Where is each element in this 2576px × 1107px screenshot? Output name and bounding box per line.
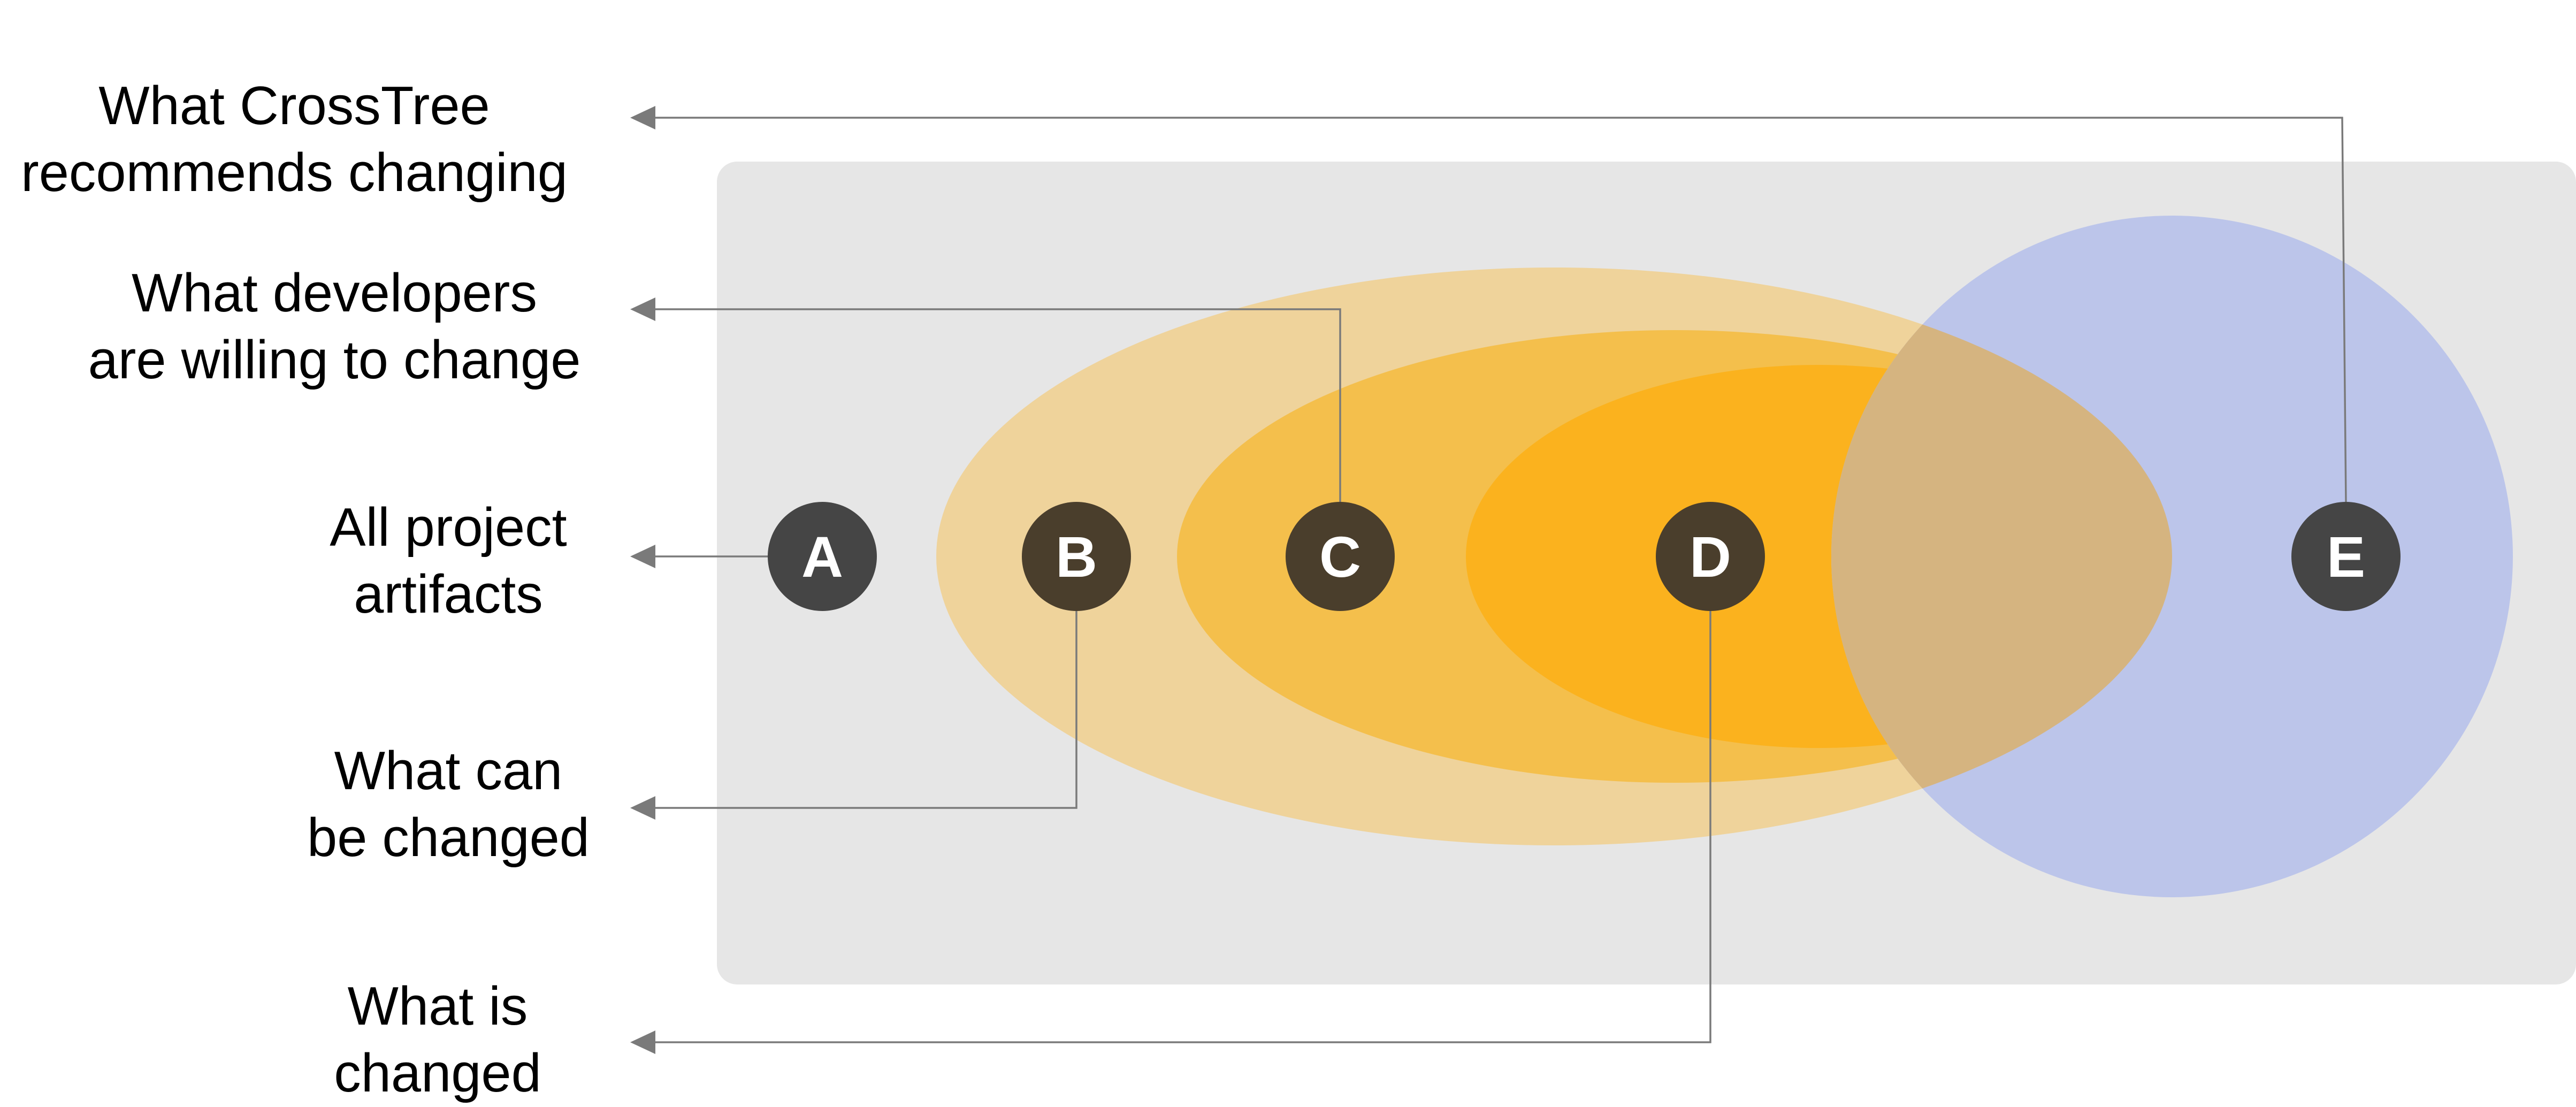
label-can-change-line-1: What can xyxy=(334,741,563,801)
marker-c-letter: C xyxy=(1319,524,1361,589)
marker-e: E xyxy=(2291,502,2401,611)
marker-e-letter: E xyxy=(2327,524,2365,589)
leader-arrow-c xyxy=(630,297,655,321)
label-developers-line-1: What developers xyxy=(132,263,537,323)
leader-arrow-a xyxy=(630,545,655,568)
label-crosstree-line-2: recommends changing xyxy=(21,143,568,203)
label-all-artifacts-line-1: All project xyxy=(330,498,567,558)
label-developers-line-2: are willing to change xyxy=(88,330,581,390)
label-crosstree-line-1: What CrossTree xyxy=(98,76,490,136)
scope-diagram: A B C D E What CrossTree recommends chan… xyxy=(21,76,2576,1103)
label-is-changed-line-2: changed xyxy=(334,1043,541,1103)
marker-b-letter: B xyxy=(1056,524,1097,589)
label-crosstree-recommends: What CrossTree recommends changing xyxy=(21,76,568,203)
marker-a-letter: A xyxy=(801,524,843,589)
label-is-changed-line-1: What is xyxy=(348,976,528,1036)
marker-d-letter: D xyxy=(1690,524,1731,589)
label-all-project-artifacts: All project artifacts xyxy=(330,498,567,624)
leader-arrow-b xyxy=(630,796,655,820)
leader-arrow-e xyxy=(630,106,655,129)
label-what-is-changed: What is changed xyxy=(334,976,541,1103)
marker-b: B xyxy=(1022,502,1131,611)
label-what-can-be-changed: What can be changed xyxy=(307,741,590,868)
marker-a: A xyxy=(768,502,877,611)
label-developers-willing: What developers are willing to change xyxy=(88,263,581,390)
label-all-artifacts-line-2: artifacts xyxy=(354,564,543,624)
marker-c: C xyxy=(1286,502,1395,611)
label-can-change-line-2: be changed xyxy=(307,808,590,868)
leader-arrow-d xyxy=(630,1030,655,1054)
marker-d: D xyxy=(1656,502,1765,611)
